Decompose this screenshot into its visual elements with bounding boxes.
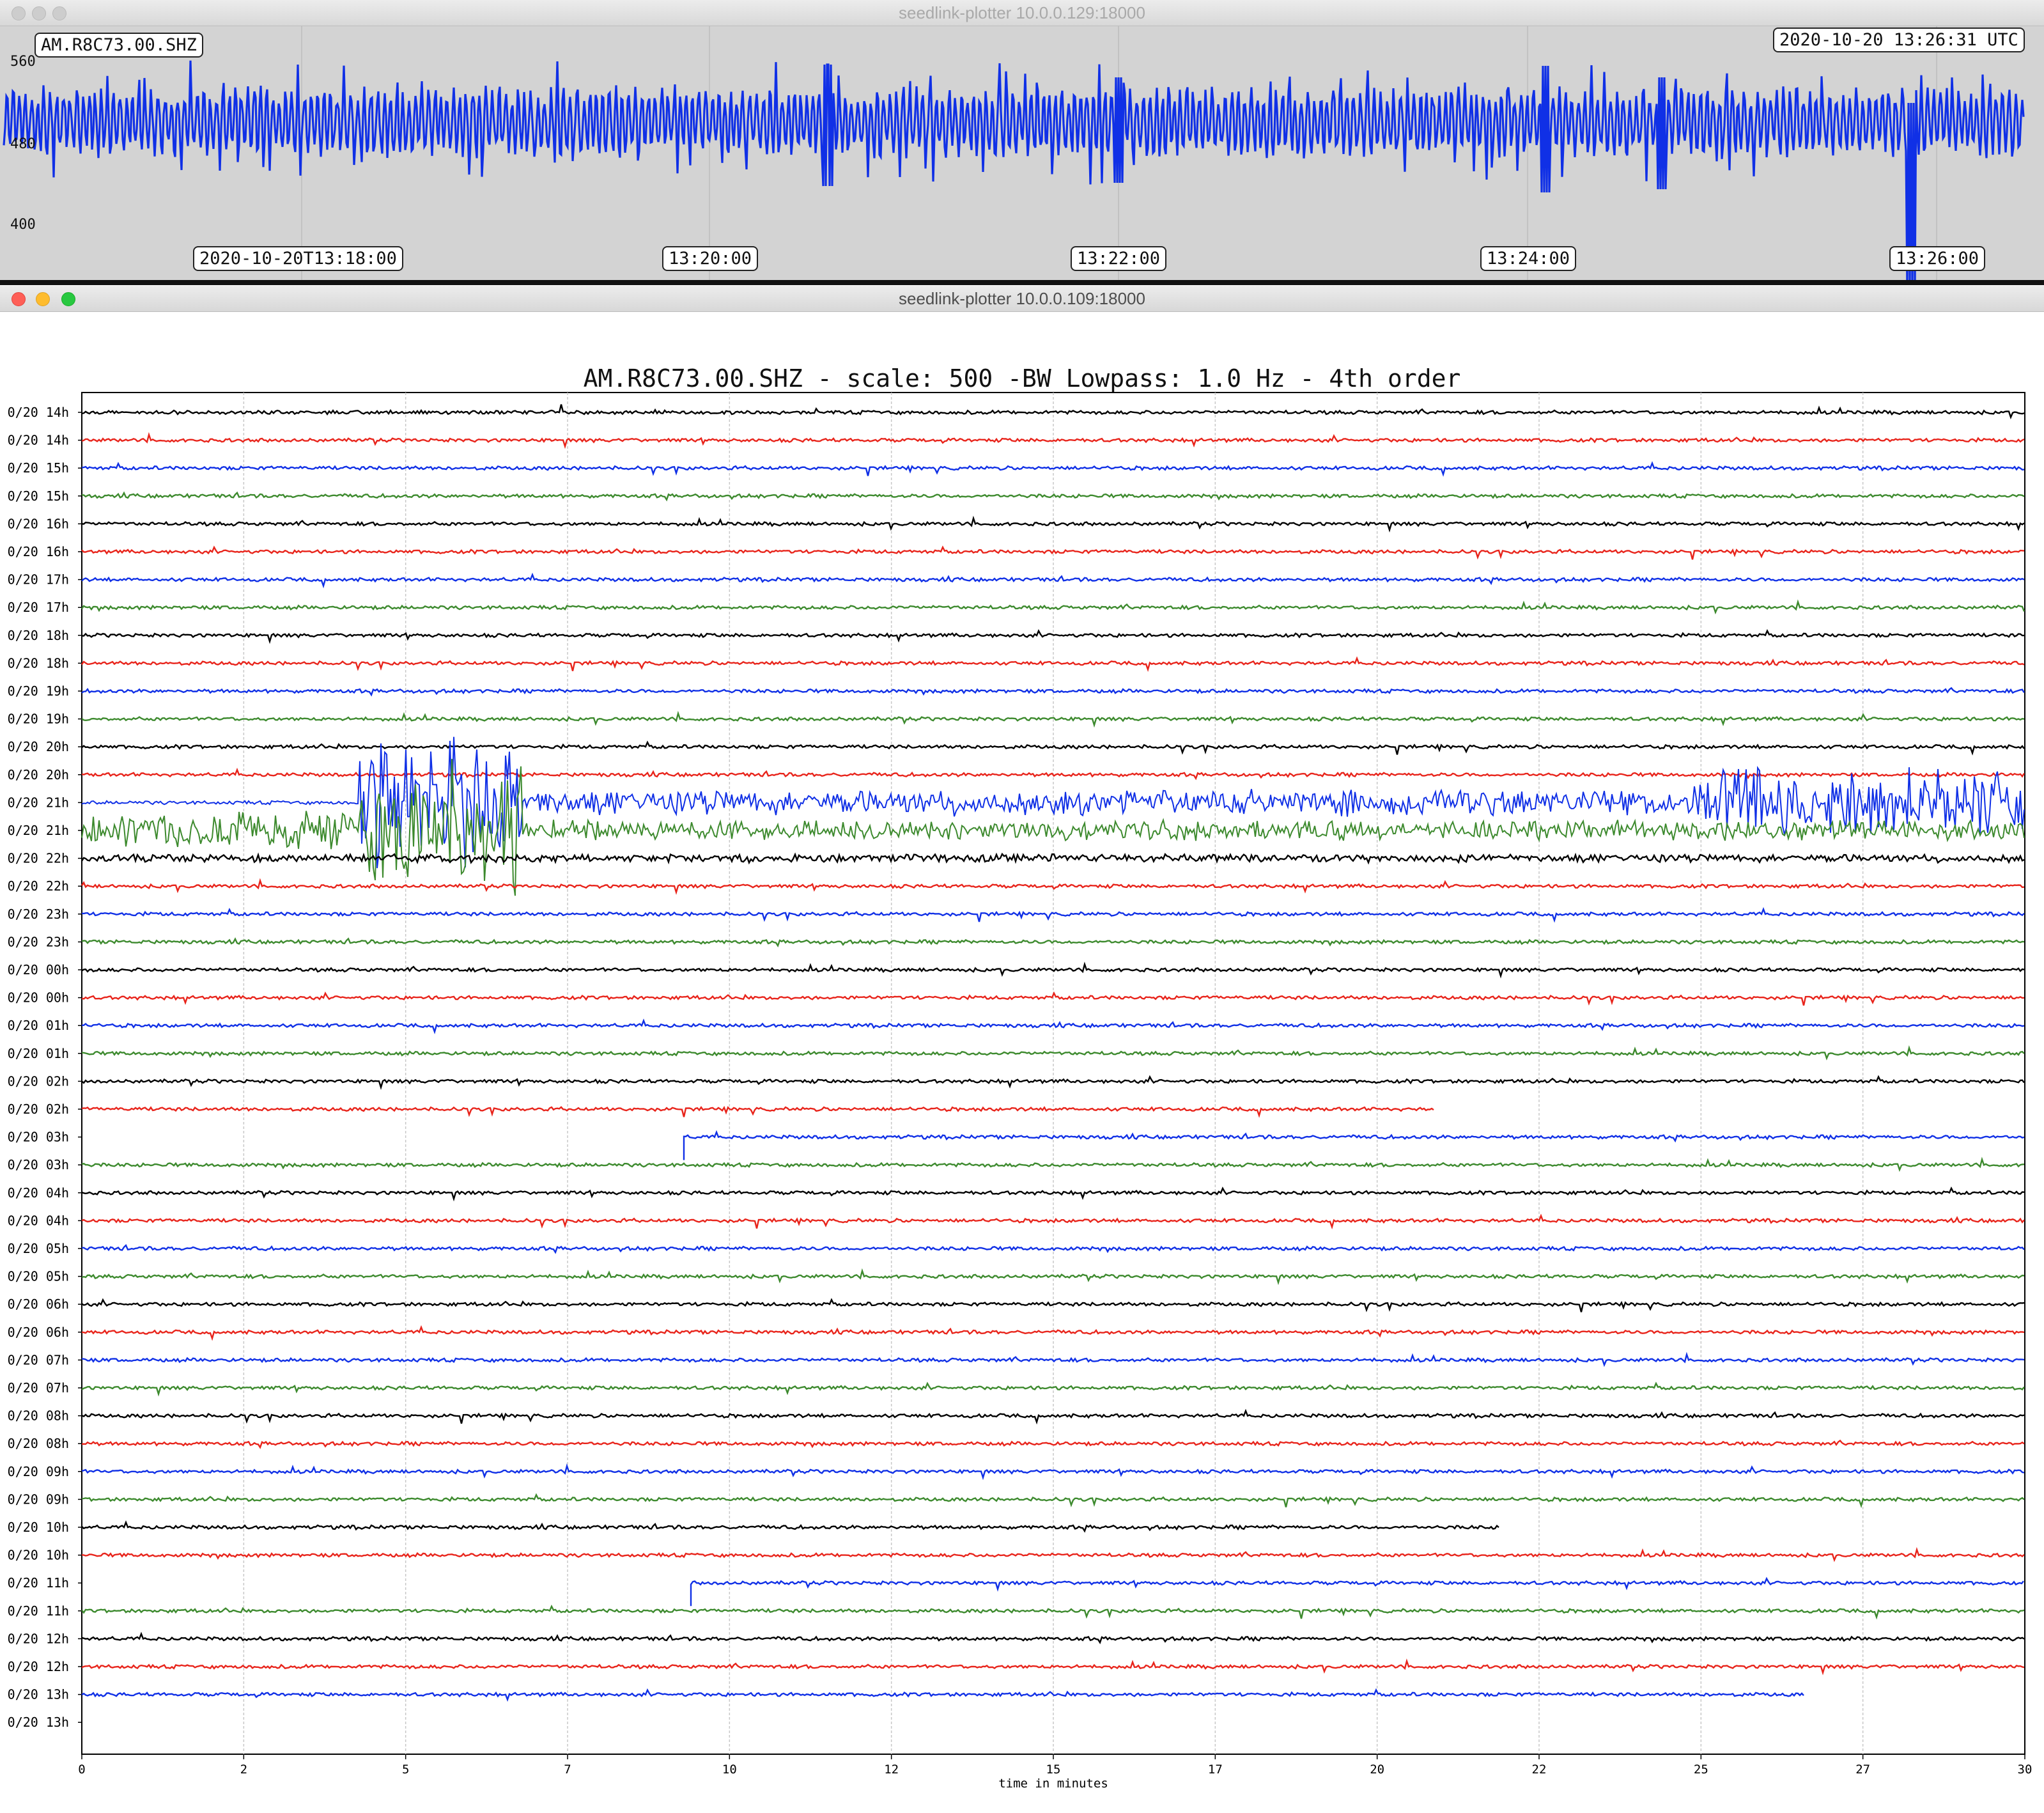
strip-plot-area: 560 480 400 AM.R8C73.00.SHZ 2020-10-20 1… — [0, 26, 2044, 280]
trace-line — [81, 1605, 2025, 1620]
trace-line — [81, 1408, 2025, 1425]
x-tick-label: 7 — [564, 1762, 571, 1777]
strip-y-tick: 400 — [10, 217, 36, 233]
trace-line — [81, 656, 2025, 673]
row-label: 0/20 15h — [8, 460, 69, 476]
x-axis-label: time in minutes — [998, 1777, 1108, 1791]
row-label: 0/20 22h — [8, 878, 69, 894]
x-tick-label: 0 — [78, 1762, 85, 1777]
row-label: 0/20 00h — [8, 962, 69, 977]
x-tick-label: 27 — [1855, 1762, 1870, 1777]
strip-time-tick: 13:20:00 — [662, 246, 759, 271]
x-tick-label: 2 — [240, 1762, 247, 1777]
strip-window-titlebar[interactable]: seedlink-plotter 10.0.0.129:18000 — [0, 0, 2044, 26]
row-label: 0/20 21h — [8, 823, 69, 838]
row-label: 0/20 10h — [8, 1548, 69, 1563]
row-label: 0/20 05h — [8, 1269, 69, 1284]
helicorder-plot: 0 2 5 7 10 12 15 17 20 22 25 27 30time in minutes0/2… — [8, 392, 2032, 1791]
row-label: 0/20 11h — [8, 1603, 69, 1619]
row-label: 0/20 12h — [8, 1631, 69, 1646]
row-label: 0/20 12h — [8, 1659, 69, 1674]
row-label: 0/20 04h — [8, 1213, 69, 1228]
row-label: 0/20 18h — [8, 655, 69, 671]
helicorder-window: seedlink-plotter 10.0.0.109:18000 AM.R8C… — [0, 286, 2044, 1813]
trace-line — [81, 1658, 2025, 1676]
row-label: 0/20 16h — [8, 516, 69, 531]
x-tick-label: 10 — [722, 1762, 737, 1777]
row-label: 0/20 19h — [8, 712, 69, 727]
row-label: 0/20 06h — [8, 1296, 69, 1312]
row-label: 0/20 16h — [8, 544, 69, 559]
row-label: 0/20 21h — [8, 795, 69, 810]
strip-window-title: seedlink-plotter 10.0.0.129:18000 — [899, 3, 1145, 22]
x-tick-label: 22 — [1532, 1762, 1547, 1777]
x-tick-label: 25 — [1694, 1762, 1708, 1777]
row-label: 0/20 02h — [8, 1073, 69, 1089]
row-label: 0/20 14h — [8, 433, 69, 448]
row-label: 0/20 14h — [8, 405, 69, 420]
row-label: 0/20 17h — [8, 572, 69, 587]
row-label: 0/20 01h — [8, 1046, 69, 1061]
row-label: 0/20 03h — [8, 1130, 69, 1145]
row-label: 0/20 19h — [8, 683, 69, 699]
row-label: 0/20 20h — [8, 767, 69, 782]
trace-line — [81, 1243, 2025, 1254]
trace-line — [81, 432, 2025, 449]
trace-line — [690, 1576, 2024, 1607]
x-tick-label: 30 — [2018, 1762, 2032, 1777]
row-label: 0/20 01h — [8, 1018, 69, 1033]
helicorder-plot-area: AM.R8C73.00.SHZ - scale: 500 -BW Lowpass… — [0, 312, 2044, 1813]
row-label: 0/20 23h — [8, 934, 69, 949]
row-label: 0/20 09h — [8, 1491, 69, 1507]
trace-line — [81, 1493, 2025, 1509]
row-label: 0/20 10h — [8, 1520, 69, 1535]
trace-line — [81, 1520, 1499, 1533]
row-label: 0/20 17h — [8, 600, 69, 615]
trace-line — [81, 1688, 1804, 1702]
trace-line — [81, 1105, 1434, 1118]
row-label: 0/20 00h — [8, 990, 69, 1006]
row-label: 0/20 13h — [8, 1687, 69, 1702]
row-label: 0/20 07h — [8, 1380, 69, 1396]
x-tick-label: 15 — [1046, 1762, 1061, 1777]
strip-trace-plot — [3, 26, 2025, 280]
helicorder-window-title: seedlink-plotter 10.0.0.109:18000 — [899, 289, 1145, 308]
row-label: 0/20 09h — [8, 1464, 69, 1479]
strip-window-border — [0, 280, 2044, 285]
x-tick-label: 17 — [1208, 1762, 1223, 1777]
row-label: 0/20 02h — [8, 1101, 69, 1117]
row-label: 0/20 18h — [8, 628, 69, 643]
row-label: 0/20 15h — [8, 488, 69, 504]
strip-time-tick: 13:26:00 — [1889, 246, 1986, 271]
strip-time-tick: 2020-10-20T13:18:00 — [193, 246, 403, 271]
row-label: 0/20 11h — [8, 1575, 69, 1591]
strip-timestamp-label: 2020-10-20 13:26:31 UTC — [1773, 27, 2025, 52]
helicorder-window-titlebar[interactable]: seedlink-plotter 10.0.0.109:18000 — [0, 286, 2044, 312]
row-label: 0/20 08h — [8, 1408, 69, 1424]
row-label: 0/20 03h — [8, 1157, 69, 1172]
row-label: 0/20 20h — [8, 739, 69, 754]
row-label: 0/20 08h — [8, 1436, 69, 1451]
trace-line — [683, 1130, 2025, 1160]
x-tick-label: 12 — [884, 1762, 899, 1777]
row-label: 0/20 07h — [8, 1352, 69, 1367]
trace-line — [81, 545, 2025, 560]
strip-time-tick: 13:24:00 — [1480, 246, 1577, 271]
strip-window: seedlink-plotter 10.0.0.129:18000 560 48… — [0, 0, 2044, 285]
strip-station-label: AM.R8C73.00.SHZ — [35, 33, 203, 58]
row-label: 0/20 23h — [8, 906, 69, 922]
row-label: 0/20 13h — [8, 1715, 69, 1730]
strip-y-tick: 560 — [10, 54, 36, 70]
strip-time-tick: 13:22:00 — [1071, 246, 1167, 271]
row-label: 0/20 22h — [8, 851, 69, 866]
row-label: 0/20 06h — [8, 1325, 69, 1340]
strip-y-tick: 480 — [10, 136, 36, 152]
row-label: 0/20 04h — [8, 1185, 69, 1201]
x-tick-label: 20 — [1370, 1762, 1384, 1777]
x-tick-label: 5 — [402, 1762, 409, 1777]
trace-line — [81, 906, 2025, 923]
row-label: 0/20 05h — [8, 1241, 69, 1256]
trace-line — [81, 491, 2025, 502]
